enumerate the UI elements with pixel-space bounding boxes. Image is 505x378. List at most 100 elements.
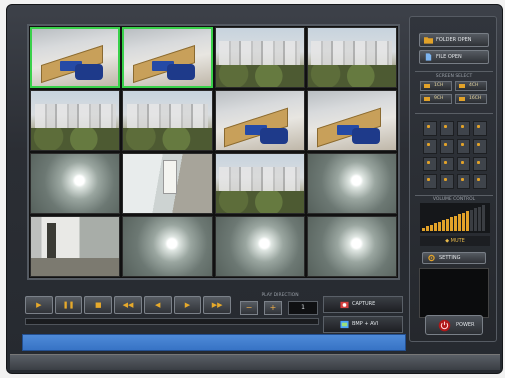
- channel-button-13[interactable]: [423, 174, 437, 189]
- mute-label: MUTE: [450, 238, 465, 244]
- play-icon: ▶: [36, 301, 42, 309]
- channel-select-matrix: [423, 121, 487, 189]
- camera-cell-12[interactable]: [306, 153, 397, 214]
- channel-button-2[interactable]: [439, 121, 454, 136]
- bmp-avi-button[interactable]: BMP + AVI: [323, 316, 403, 333]
- camera-icon: [340, 301, 349, 309]
- channel-button-12[interactable]: [473, 156, 487, 172]
- camera-cell-3[interactable]: [214, 27, 305, 88]
- divider: [415, 195, 493, 196]
- seek-bar[interactable]: [25, 318, 319, 325]
- channel-button-4[interactable]: [473, 121, 487, 136]
- gear-icon: [428, 254, 435, 262]
- pause-icon: ❚❚: [62, 301, 75, 309]
- volume-bar: [478, 206, 481, 231]
- channel-button-9[interactable]: [423, 156, 437, 172]
- power-label: POWER: [456, 322, 475, 328]
- camera-cell-9[interactable]: [30, 153, 121, 214]
- channel-button-3[interactable]: [456, 121, 471, 136]
- file-open-label: FILE OPEN: [436, 54, 462, 60]
- camera-cell-4[interactable]: [306, 27, 397, 88]
- volume-bar: [470, 209, 473, 231]
- capture-label: CAPTURE: [352, 301, 376, 307]
- volume-bar: [482, 205, 485, 231]
- volume-bar: [438, 221, 441, 231]
- volume-bar: [446, 218, 449, 231]
- channel-button-10[interactable]: [439, 156, 454, 172]
- volume-bar: [434, 223, 437, 231]
- camera-cell-16[interactable]: [306, 216, 397, 277]
- volume-bar: [458, 214, 461, 231]
- channel-button-16[interactable]: [473, 174, 487, 189]
- camera-cell-14[interactable]: [122, 216, 213, 277]
- screen-select-label: SCREEN SELECT: [435, 74, 473, 79]
- step-back-icon: ◀: [155, 301, 161, 309]
- folder-open-label: FOLDER OPEN: [436, 37, 472, 43]
- volume-bar: [466, 211, 469, 231]
- camera-cell-7[interactable]: [214, 90, 305, 151]
- camera-cell-13[interactable]: [30, 216, 121, 277]
- channel-button-8[interactable]: [473, 138, 487, 154]
- volume-slider[interactable]: [420, 203, 490, 233]
- step-back-button[interactable]: ◀: [143, 296, 172, 314]
- speed-minus-button[interactable]: −: [240, 301, 258, 315]
- transport-controls: ▶ ❚❚ ■ ◀◀ ◀ ▶ ▶▶: [25, 296, 232, 314]
- rewind-button[interactable]: ◀◀: [114, 296, 142, 314]
- stop-button[interactable]: ■: [84, 296, 113, 314]
- setting-button[interactable]: SETTING: [422, 252, 486, 264]
- volume-bar: [462, 212, 465, 231]
- step-forward-button[interactable]: ▶: [173, 296, 202, 314]
- speed-value: 1: [288, 301, 318, 315]
- preview-area: [419, 268, 489, 318]
- volume-control-label: VOLUME CONTROL: [432, 197, 476, 202]
- power-icon: [438, 319, 451, 332]
- volume-bar: [430, 224, 433, 231]
- volume-bar: [450, 217, 453, 231]
- camera-cell-2[interactable]: [122, 27, 213, 88]
- volume-bar: [474, 208, 477, 231]
- speed-plus-button[interactable]: +: [264, 301, 282, 315]
- capture-button[interactable]: CAPTURE: [323, 296, 403, 313]
- file-open-button[interactable]: FILE OPEN: [419, 50, 489, 64]
- camera-cell-1[interactable]: [30, 27, 121, 88]
- folder-open-button[interactable]: FOLDER OPEN: [419, 33, 489, 47]
- camera-cell-15[interactable]: [214, 216, 305, 277]
- split-4ch-button[interactable]: 4CH: [455, 81, 487, 91]
- split-1ch-button[interactable]: 1CH: [420, 81, 452, 91]
- volume-bar: [442, 220, 445, 231]
- window-bottom-strip: [10, 354, 500, 370]
- volume-bar: [422, 228, 425, 231]
- app-window: FOLDER OPEN FILE OPEN SCREEN SELECT 1CH …: [0, 0, 505, 378]
- camera-cell-6[interactable]: [122, 90, 213, 151]
- fast-forward-button[interactable]: ▶▶: [203, 296, 232, 314]
- volume-bar: [426, 226, 429, 231]
- camera-cell-11[interactable]: [214, 153, 305, 214]
- file-icon: [425, 53, 432, 61]
- channel-button-5[interactable]: [423, 138, 437, 154]
- split-16ch-button[interactable]: 16CH: [455, 94, 487, 104]
- camera-cell-8[interactable]: [306, 90, 397, 151]
- bmp-avi-label: BMP + AVI: [352, 321, 379, 327]
- mute-button[interactable]: ◆ MUTE: [420, 236, 490, 246]
- status-bar: [22, 334, 406, 351]
- step-forward-icon: ▶: [184, 301, 191, 309]
- pause-button[interactable]: ❚❚: [54, 296, 83, 314]
- channel-button-1[interactable]: [423, 121, 437, 136]
- channel-button-7[interactable]: [456, 138, 471, 154]
- play-direction-label: PLAY DIRECTION: [261, 293, 299, 298]
- channel-button-14[interactable]: [439, 174, 454, 189]
- divider: [415, 71, 493, 72]
- play-button[interactable]: ▶: [25, 296, 53, 314]
- control-panel: FOLDER OPEN FILE OPEN SCREEN SELECT 1CH …: [409, 16, 497, 342]
- split-9ch-button[interactable]: 9CH: [420, 94, 452, 104]
- setting-label: SETTING: [439, 255, 461, 261]
- power-button[interactable]: POWER: [425, 315, 483, 335]
- film-icon: [340, 320, 349, 329]
- channel-button-6[interactable]: [439, 138, 454, 154]
- camera-cell-5[interactable]: [30, 90, 121, 151]
- channel-button-11[interactable]: [456, 156, 471, 172]
- camera-cell-10[interactable]: [122, 153, 213, 214]
- rewind-icon: ◀◀: [122, 301, 134, 309]
- channel-button-15[interactable]: [456, 174, 471, 189]
- volume-bar: [454, 215, 457, 231]
